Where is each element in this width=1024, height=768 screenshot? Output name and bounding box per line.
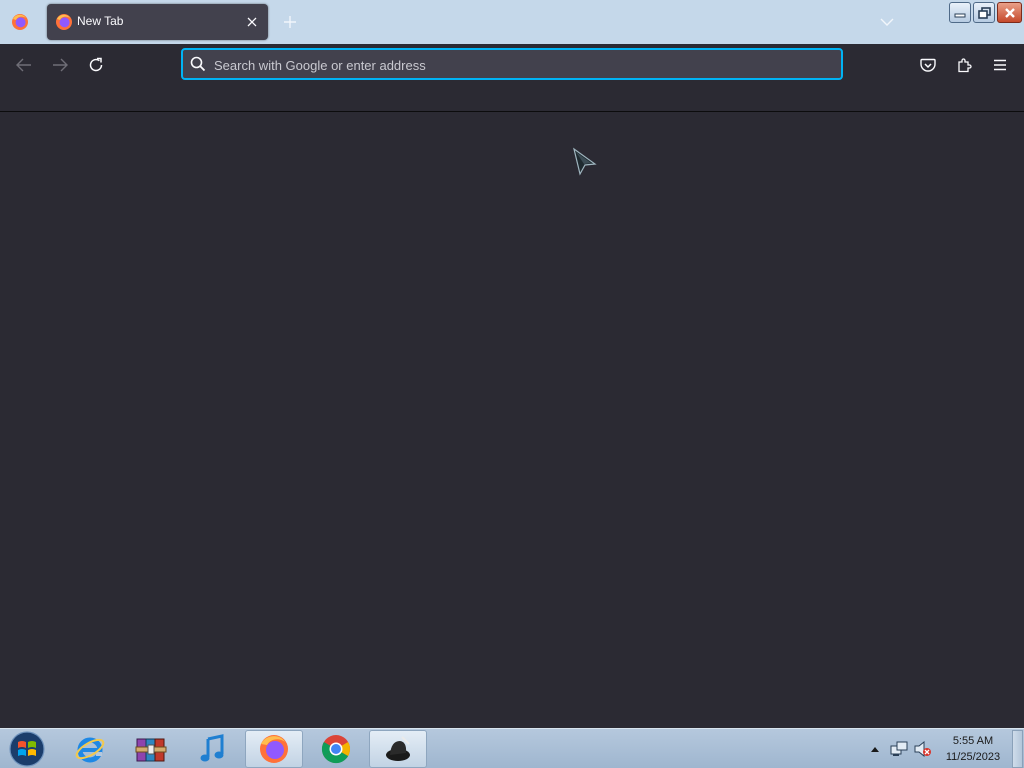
close-window-button[interactable] xyxy=(997,2,1022,23)
application-menu-button[interactable] xyxy=(986,51,1014,79)
pocket-icon xyxy=(920,58,936,72)
show-desktop-button[interactable] xyxy=(1012,730,1023,768)
mouse-cursor-icon xyxy=(573,147,597,176)
network-icon xyxy=(890,741,908,756)
minimize-button[interactable] xyxy=(949,2,971,23)
winrar-icon xyxy=(135,738,167,762)
forward-button[interactable] xyxy=(46,51,74,79)
chrome-icon xyxy=(321,735,350,764)
new-tab-button[interactable] xyxy=(278,10,302,34)
show-hidden-icons-button[interactable] xyxy=(866,731,884,767)
taskbar-firefox[interactable] xyxy=(245,730,303,768)
start-button[interactable] xyxy=(6,730,48,768)
firefox-icon xyxy=(260,735,288,763)
app-icon xyxy=(386,736,410,761)
tab-strip: New Tab xyxy=(0,0,1024,44)
clock-date: 11/25/2023 xyxy=(945,751,1001,763)
windows-logo-icon xyxy=(9,731,45,767)
search-input[interactable] xyxy=(214,55,814,75)
taskbar-chrome[interactable] xyxy=(307,730,365,768)
chevron-up-icon xyxy=(871,747,879,752)
extensions-icon xyxy=(958,58,972,73)
itunes-icon xyxy=(200,734,224,762)
bookmarks-toolbar xyxy=(0,85,1024,112)
reload-button[interactable] xyxy=(82,51,110,79)
clock-time: 5:55 AM xyxy=(952,735,994,747)
volume-tray-button[interactable] xyxy=(912,731,934,767)
restore-button[interactable] xyxy=(973,2,995,23)
close-icon xyxy=(1004,7,1015,18)
network-tray-button[interactable] xyxy=(888,731,910,767)
firefox-icon xyxy=(12,14,28,30)
taskbar-app[interactable] xyxy=(369,730,427,768)
taskbar-internet-explorer[interactable] xyxy=(61,730,119,768)
back-button[interactable] xyxy=(10,51,38,79)
firefox-view-button[interactable] xyxy=(4,6,36,38)
forward-arrow-icon xyxy=(53,58,68,72)
close-icon xyxy=(247,17,257,27)
list-all-tabs-button[interactable] xyxy=(875,10,899,34)
firefox-icon xyxy=(56,14,72,30)
tab-new-tab[interactable]: New Tab xyxy=(47,4,268,40)
page-content xyxy=(0,113,1024,728)
minimize-icon xyxy=(954,13,966,17)
internet-explorer-icon xyxy=(75,737,105,763)
chevron-down-icon xyxy=(880,18,894,26)
navigation-toolbar xyxy=(0,44,1024,85)
restore-icon xyxy=(977,6,991,19)
search-icon xyxy=(190,56,206,72)
plus-icon xyxy=(284,16,296,28)
system-clock[interactable]: 5:55 AM 11/25/2023 xyxy=(938,733,1008,765)
address-bar[interactable] xyxy=(181,48,843,80)
taskbar-winrar[interactable] xyxy=(122,730,180,768)
extensions-button[interactable] xyxy=(950,51,978,79)
tab-title: New Tab xyxy=(77,14,124,28)
back-arrow-icon xyxy=(16,58,31,72)
volume-muted-icon xyxy=(914,741,931,757)
close-tab-button[interactable] xyxy=(242,12,262,32)
menu-icon xyxy=(994,59,1006,71)
reload-icon xyxy=(89,57,103,72)
taskbar: 5:55 AM 11/25/2023 xyxy=(0,728,1024,768)
taskbar-itunes[interactable] xyxy=(183,730,241,768)
save-to-pocket-button[interactable] xyxy=(914,51,942,79)
